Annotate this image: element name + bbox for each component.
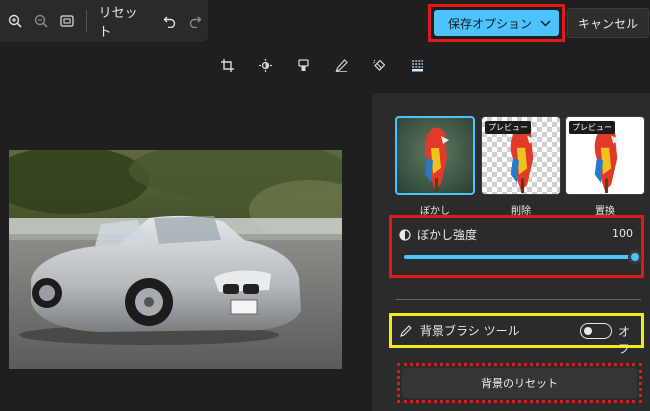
- panel-divider: [396, 299, 641, 300]
- cancel-label: キャンセル: [577, 16, 638, 31]
- adjustment-mode-button[interactable]: [246, 55, 284, 75]
- blur-intensity-value: 100: [612, 227, 633, 240]
- background-brush-toggle-state: オフ: [618, 325, 631, 356]
- background-brush-highlight: 背景ブラシ ツール オフ: [389, 313, 644, 356]
- save-options-button[interactable]: 保存オプション: [434, 10, 559, 36]
- reset-button[interactable]: リセット: [93, 2, 157, 40]
- background-icon: [411, 59, 423, 71]
- markup-pen-icon: [335, 58, 348, 72]
- view-toolbar: リセット: [0, 0, 208, 42]
- blur-intensity-slider-thumb[interactable]: [628, 250, 642, 264]
- car-photo-image: [9, 150, 342, 369]
- remove-option[interactable]: プレビュー 削除: [481, 116, 561, 217]
- zoom-in-icon: [8, 14, 22, 28]
- edit-mode-bar: [208, 55, 436, 75]
- blur-intensity-label: ぼかし強度: [417, 228, 478, 242]
- toolbar-divider: [85, 10, 87, 32]
- toggle-knob: [584, 326, 592, 335]
- save-options-highlight: 保存オプション: [428, 4, 565, 42]
- blur-intensity-highlight: ぼかし強度 100: [389, 215, 644, 278]
- fit-to-window-button[interactable]: [54, 8, 80, 34]
- replace-option[interactable]: プレビュー 置換: [565, 116, 645, 217]
- background-brush-toggle[interactable]: [580, 323, 612, 339]
- contrast-icon: [399, 228, 411, 241]
- blur-option[interactable]: ぼかし: [395, 116, 475, 217]
- erase-icon: [372, 59, 385, 71]
- background-brush-label: 背景ブラシ ツール: [420, 324, 520, 338]
- save-options-label: 保存オプション: [448, 16, 533, 31]
- undo-icon: [163, 16, 175, 28]
- redo-button[interactable]: [182, 8, 208, 34]
- preview-badge: プレビュー: [569, 121, 615, 134]
- parrot-image: [425, 127, 449, 192]
- remove-thumbnail: プレビュー: [481, 116, 561, 195]
- markup-mode-button[interactable]: [322, 55, 360, 75]
- undo-button[interactable]: [156, 8, 182, 34]
- brightness-icon: [258, 58, 272, 72]
- reset-background-highlight: 背景のリセット: [397, 363, 642, 403]
- background-mode-button[interactable]: [398, 55, 436, 75]
- filter-mode-button[interactable]: [284, 55, 322, 75]
- redo-icon: [189, 16, 202, 28]
- background-panel: ぼかし プレビュー 削除 プレビュー 置換 ぼかし強度 100 背景ブラシ ツー…: [372, 93, 650, 411]
- reset-background-label: 背景のリセット: [481, 377, 558, 390]
- fit-to-window-icon: [60, 15, 74, 27]
- reset-background-button[interactable]: 背景のリセット: [402, 368, 637, 398]
- crop-mode-button[interactable]: [208, 55, 246, 75]
- cancel-button[interactable]: キャンセル: [567, 8, 649, 38]
- crop-icon: [220, 58, 234, 72]
- blur-thumbnail: [395, 116, 475, 195]
- erase-mode-button[interactable]: [360, 55, 398, 75]
- edited-photo: [9, 150, 342, 369]
- zoom-in-button[interactable]: [2, 8, 28, 34]
- brush-pen-icon: [400, 324, 412, 337]
- blur-intensity-header: ぼかし強度: [399, 226, 477, 243]
- filter-icon: [297, 58, 309, 71]
- zoom-out-button[interactable]: [28, 8, 54, 34]
- zoom-out-icon: [34, 14, 48, 28]
- preview-badge: プレビュー: [485, 121, 531, 134]
- replace-thumbnail: プレビュー: [565, 116, 645, 195]
- chevron-down-icon: [540, 20, 551, 26]
- blur-intensity-slider[interactable]: [404, 255, 632, 259]
